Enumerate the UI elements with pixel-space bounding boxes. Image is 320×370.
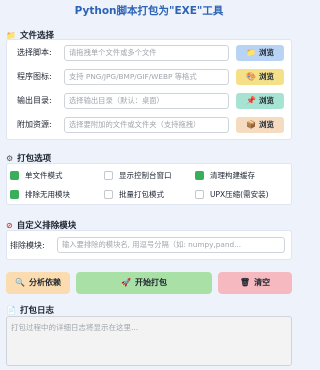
rocket-icon: 🚀 bbox=[121, 278, 131, 287]
magnifier-icon: 🔍 bbox=[15, 278, 25, 287]
browse-icon-button[interactable]: 🎨 浏览 bbox=[236, 69, 284, 85]
option-exclude-unused[interactable]: 排除无用模块 bbox=[10, 189, 70, 200]
checkbox[interactable] bbox=[10, 171, 19, 180]
option-onefile[interactable]: 单文件模式 bbox=[10, 170, 63, 181]
file-section-card: 选择脚本: 请拖拽单个文件或多个文件 📁 浏览 程序图标: 支持 PNG/JPG/… bbox=[6, 39, 292, 140]
prohibited-icon: ⊘ bbox=[6, 220, 13, 230]
checkbox[interactable] bbox=[104, 171, 113, 180]
folder-icon: 📁 bbox=[246, 48, 256, 57]
browse-output-button[interactable]: 📌 浏览 bbox=[236, 93, 284, 109]
pin-icon: 📌 bbox=[246, 96, 256, 105]
checkbox[interactable] bbox=[195, 171, 204, 180]
box-icon: 📦 bbox=[246, 120, 256, 129]
palette-icon: 🎨 bbox=[246, 72, 256, 81]
output-label: 输出目录: bbox=[17, 96, 52, 105]
resource-input[interactable]: 选择要附加的文件或文件夹（支持拖拽） bbox=[64, 117, 229, 133]
app-title: Python脚本打包为"EXE"工具 bbox=[74, 5, 224, 17]
checkbox[interactable] bbox=[10, 190, 19, 199]
script-input[interactable]: 请拖拽单个文件或多个文件 bbox=[64, 45, 229, 61]
icon-label: 程序图标: bbox=[17, 72, 52, 81]
option-upx[interactable]: UPX压缩(需安装) bbox=[195, 189, 269, 200]
browse-resource-button[interactable]: 📦 浏览 bbox=[236, 117, 284, 133]
log-placeholder: 打包过程中的详细日志将显示在这里... bbox=[11, 323, 139, 332]
log-section-heading: 📄 打包日志 bbox=[6, 304, 54, 317]
option-batch[interactable]: 批量打包模式 bbox=[104, 189, 164, 200]
browse-script-button[interactable]: 📁 浏览 bbox=[236, 45, 284, 61]
build-button[interactable]: 🚀 开始打包 bbox=[76, 272, 212, 294]
icon-input[interactable]: 支持 PNG/JPG/BMP/GIF/WEBP 等格式 bbox=[64, 69, 229, 85]
clear-button[interactable]: 🗑 清空 bbox=[218, 272, 292, 294]
exclude-input[interactable]: 输入要排除的模块名, 用逗号分隔（如: numpy,pand... bbox=[57, 237, 285, 253]
option-console[interactable]: 显示控制台窗口 bbox=[104, 170, 172, 181]
exclude-label: 排除模块: bbox=[10, 241, 45, 250]
analyze-button[interactable]: 🔍 分析依赖 bbox=[6, 272, 70, 294]
log-area[interactable]: 打包过程中的详细日志将显示在这里... bbox=[6, 316, 292, 366]
output-input[interactable]: 选择输出目录（默认：桌面） bbox=[64, 93, 229, 109]
log-icon: 📄 bbox=[6, 305, 16, 315]
trash-icon: 🗑 bbox=[239, 278, 251, 287]
script-label: 选择脚本: bbox=[17, 48, 52, 57]
option-clean[interactable]: 清理构建缓存 bbox=[195, 170, 255, 181]
options-card: 单文件模式 显示控制台窗口 清理构建缓存 排除无用模块 批量打包模式 UPX压缩… bbox=[6, 163, 292, 205]
gear-icon: ⚙ bbox=[6, 153, 14, 163]
checkbox[interactable] bbox=[104, 190, 113, 199]
checkbox[interactable] bbox=[195, 190, 204, 199]
exclude-card: 排除模块: 输入要排除的模块名, 用逗号分隔（如: numpy,pand... bbox=[6, 230, 292, 260]
log-section-title: 打包日志 bbox=[19, 306, 54, 316]
resource-label: 附加资源: bbox=[17, 120, 52, 129]
